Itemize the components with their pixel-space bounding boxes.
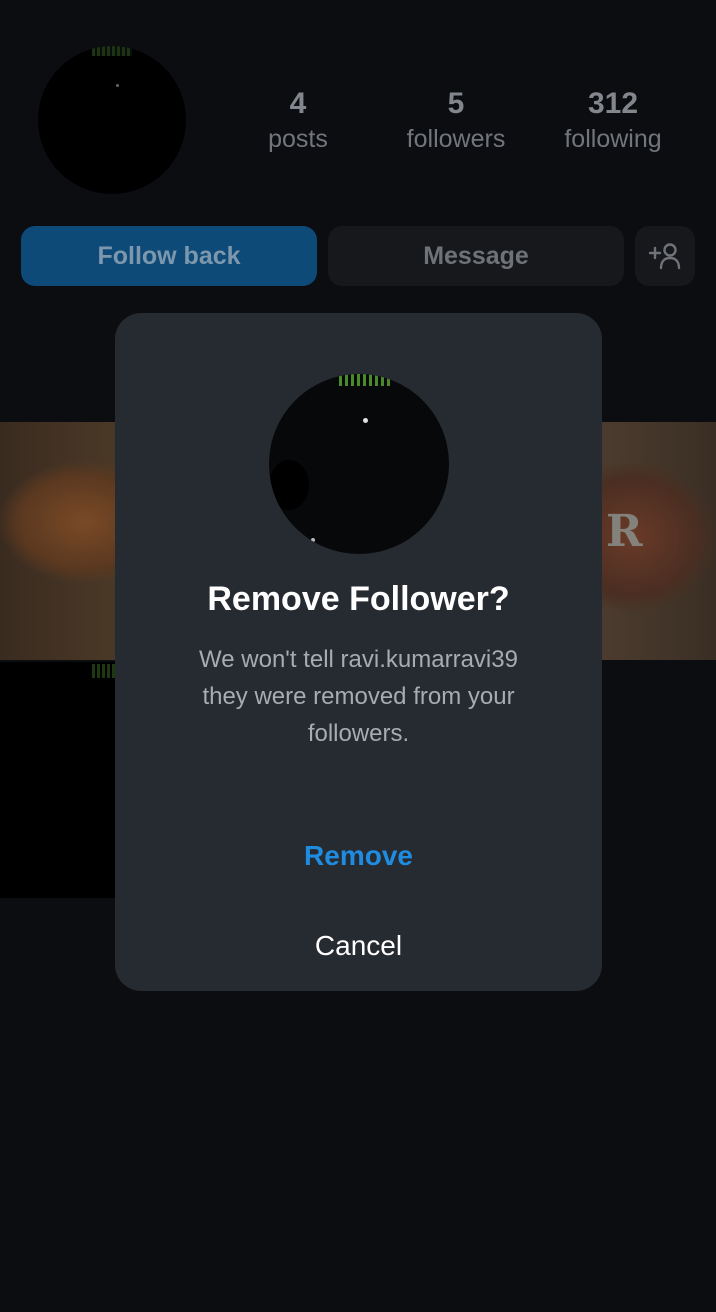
stat-followers-label: followers (406, 125, 506, 153)
dialog-avatar-shadow (269, 460, 309, 510)
stat-following-label: following (564, 125, 662, 153)
avatar-leaves-decoration (92, 46, 132, 56)
avatar-star-decoration (116, 84, 119, 87)
cancel-button[interactable]: Cancel (115, 921, 602, 971)
highlight-watermark: R (606, 506, 643, 557)
profile-screen: 4 posts 5 followers 312 following Follow… (0, 0, 716, 1312)
profile-avatar[interactable] (38, 46, 186, 194)
dialog-avatar (269, 374, 449, 554)
thumbnail-leaves-decoration (92, 664, 116, 678)
stat-followers-value: 5 (447, 87, 465, 120)
dialog-message: We won't tell ravi.kumarravi39 they were… (165, 641, 552, 752)
add-user-button[interactable] (635, 226, 695, 286)
dialog-avatar-leaves (339, 374, 393, 386)
dialog-message-line: followers. (307, 720, 410, 747)
dialog-message-line: We won't tell ravi.kumarravi39 (199, 646, 518, 673)
add-user-icon (648, 243, 681, 270)
stat-following[interactable]: 312 following (552, 86, 674, 156)
dialog-avatar-star (363, 418, 368, 423)
dialog-avatar-dot (311, 538, 315, 542)
dialog-message-line: they were removed from your (202, 683, 515, 710)
remove-button[interactable]: Remove (115, 831, 602, 881)
stat-posts-value: 4 (289, 87, 307, 120)
follow-back-button[interactable]: Follow back (21, 226, 317, 286)
stat-posts[interactable]: 4 posts (248, 86, 348, 156)
message-button[interactable]: Message (328, 226, 624, 286)
stat-followers[interactable]: 5 followers (395, 86, 517, 156)
dialog-title: Remove Follower? (207, 580, 510, 618)
stat-posts-label: posts (268, 125, 328, 153)
post-thumbnail[interactable] (0, 662, 120, 898)
remove-follower-dialog: Remove Follower? We won't tell ravi.kuma… (115, 313, 602, 991)
stat-following-value: 312 (587, 87, 639, 120)
